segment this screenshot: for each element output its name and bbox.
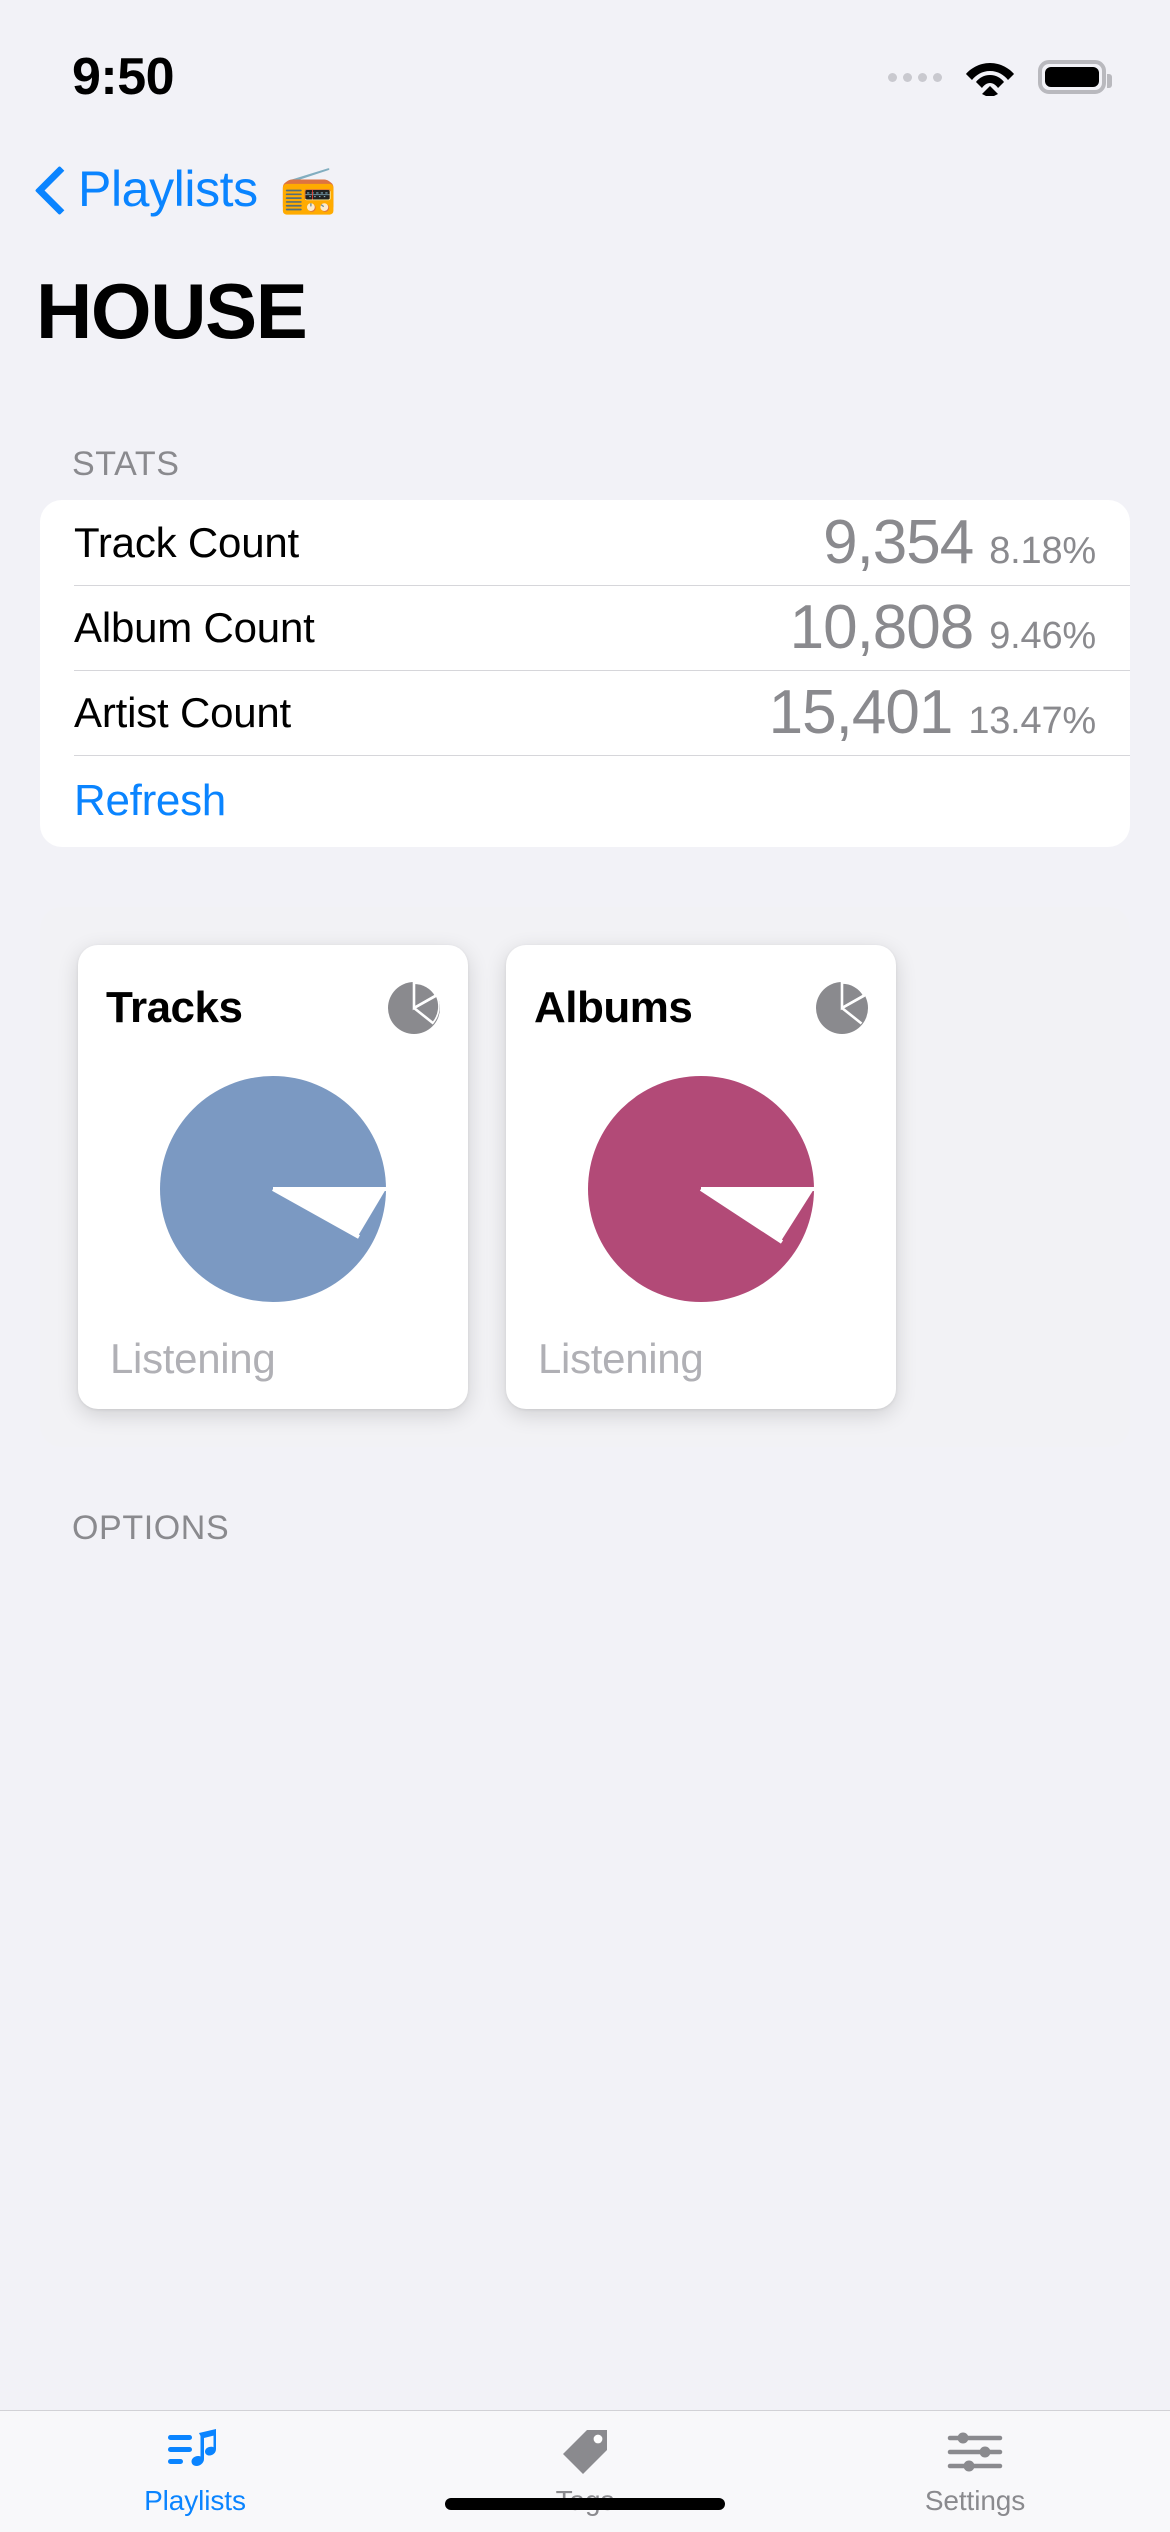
wifi-icon [964,58,1016,98]
pie-chart-icon [816,981,868,1034]
signal-dots-icon [888,72,942,82]
stat-value: 10,808 [789,593,975,662]
pie-chart-icon [388,981,440,1034]
table-row[interactable]: Album Count 10,808 9.46% [40,585,1130,670]
back-button[interactable]: Playlists 📻 [0,132,1170,228]
stats-card: Track Count 9,354 8.18% Album Count 10,8… [40,500,1130,847]
radio-emoji-icon: 📻 [279,163,338,215]
chevron-left-icon [36,166,62,212]
refresh-button-label: Refresh [74,776,226,825]
stat-label: Artist Count [74,688,292,736]
stat-value-group: 9,354 8.18% [823,507,1096,578]
stats-section-header: STATS [72,445,180,483]
stat-value: 9,354 [823,508,974,577]
page-title: HOUSE [36,267,308,355]
tag-icon [559,2425,611,2479]
chart-pie-tracks [106,1039,440,1335]
home-indicator [445,2498,725,2510]
stat-value-group: 15,401 13.47% [768,677,1097,748]
chart-card-title: Tracks [106,983,243,1032]
stat-label: Album Count [74,603,315,651]
tab-playlists-label: Playlists [144,2485,246,2516]
status-bar-time: 9:50 [72,48,175,106]
tab-playlists[interactable]: Playlists [0,2425,390,2517]
stat-percent: 13.47% [968,700,1096,742]
chart-card-footer: Listening [110,1335,276,1382]
tab-settings[interactable]: Settings [780,2425,1170,2517]
table-row[interactable]: Track Count 9,354 8.18% [40,500,1130,585]
charts-carousel[interactable]: Tracks Listening Albums Listening [40,907,1130,1447]
chart-card-footer: Listening [538,1335,704,1382]
stat-percent: 9.46% [989,615,1096,657]
stat-label: Track Count [74,518,299,566]
stat-value-group: 10,808 9.46% [789,592,1097,663]
chart-card-header: Albums [534,977,868,1039]
options-section-header: OPTIONS [72,1509,230,1547]
tab-bar: Playlists Tags [0,2410,1170,2532]
stat-value: 15,401 [768,678,954,747]
chart-card-tracks[interactable]: Tracks Listening [78,945,468,1409]
charts-scroll-container[interactable]: Tracks Listening Albums Listening [40,907,1130,1447]
chart-card-title: Albums [534,983,693,1032]
pie-svg [588,1076,814,1302]
tab-settings-label: Settings [924,2485,1026,2516]
chart-card-header: Tracks [106,977,440,1039]
chart-card-albums[interactable]: Albums Listening [506,945,896,1409]
stat-percent: 8.18% [989,530,1096,572]
pie-svg [160,1076,386,1302]
status-bar: 9:50 [0,0,1170,132]
status-bar-indicators [888,36,1112,98]
sliders-icon [947,2425,1003,2479]
chart-pie-albums [534,1039,868,1335]
music-note-list-icon [168,2425,222,2479]
refresh-button[interactable]: Refresh [40,755,1130,847]
table-row[interactable]: Artist Count 15,401 13.47% [40,670,1130,755]
battery-full-icon [1038,60,1112,94]
back-button-label: Playlists [78,161,258,217]
